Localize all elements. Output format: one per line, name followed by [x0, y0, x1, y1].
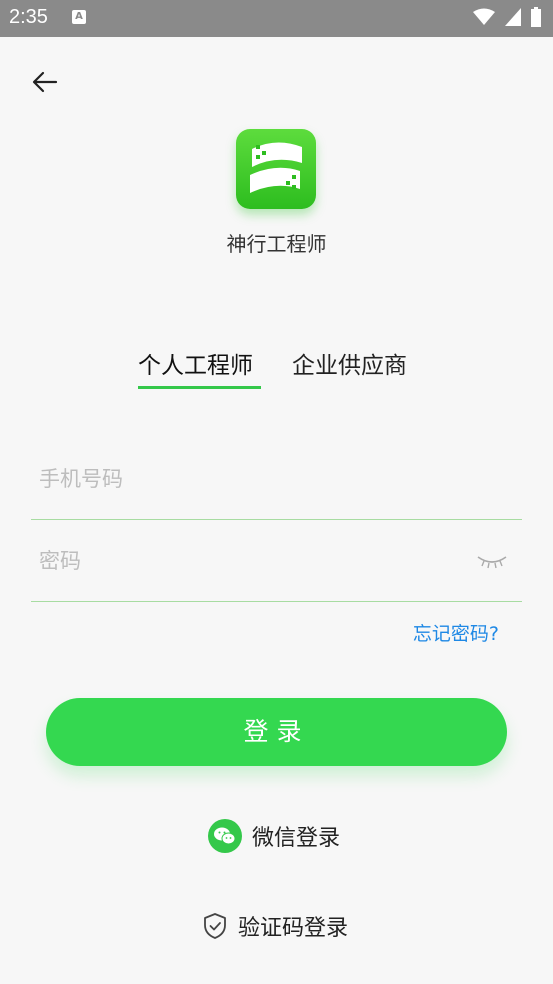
signal-icon: [505, 8, 521, 26]
notification-icon: A: [72, 10, 86, 24]
back-button[interactable]: [30, 67, 60, 97]
active-tab-indicator: [138, 386, 261, 389]
wifi-icon: [473, 8, 495, 25]
password-field[interactable]: 密码: [31, 519, 522, 602]
status-time: 2:35: [9, 6, 48, 28]
login-button[interactable]: 登录: [46, 698, 507, 766]
tab-enterprise-supplier[interactable]: 企业供应商: [292, 346, 407, 380]
status-bar: 2:35 A: [0, 0, 553, 37]
forgot-password-link[interactable]: 忘记密码?: [413, 619, 499, 646]
wechat-login-button[interactable]: 微信登录: [208, 819, 340, 853]
phone-placeholder: 手机号码: [39, 467, 123, 491]
sms-code-login-button[interactable]: 验证码登录: [202, 910, 348, 942]
wechat-login-label: 微信登录: [252, 826, 341, 851]
logo-mark-icon: [250, 142, 302, 193]
password-visibility-icon[interactable]: [476, 553, 508, 569]
system-icons: [473, 7, 541, 27]
phone-field[interactable]: 手机号码: [31, 437, 522, 520]
wechat-icon: [208, 819, 242, 853]
password-placeholder: 密码: [39, 549, 81, 573]
back-arrow-icon: [32, 71, 58, 93]
tab-personal-engineer[interactable]: 个人工程师: [138, 346, 253, 380]
battery-icon: [531, 7, 541, 27]
sms-code-login-label: 验证码登录: [238, 916, 349, 941]
app-name: 神行工程师: [226, 232, 327, 256]
shield-check-icon: [204, 913, 226, 939]
app-logo: [236, 129, 316, 209]
